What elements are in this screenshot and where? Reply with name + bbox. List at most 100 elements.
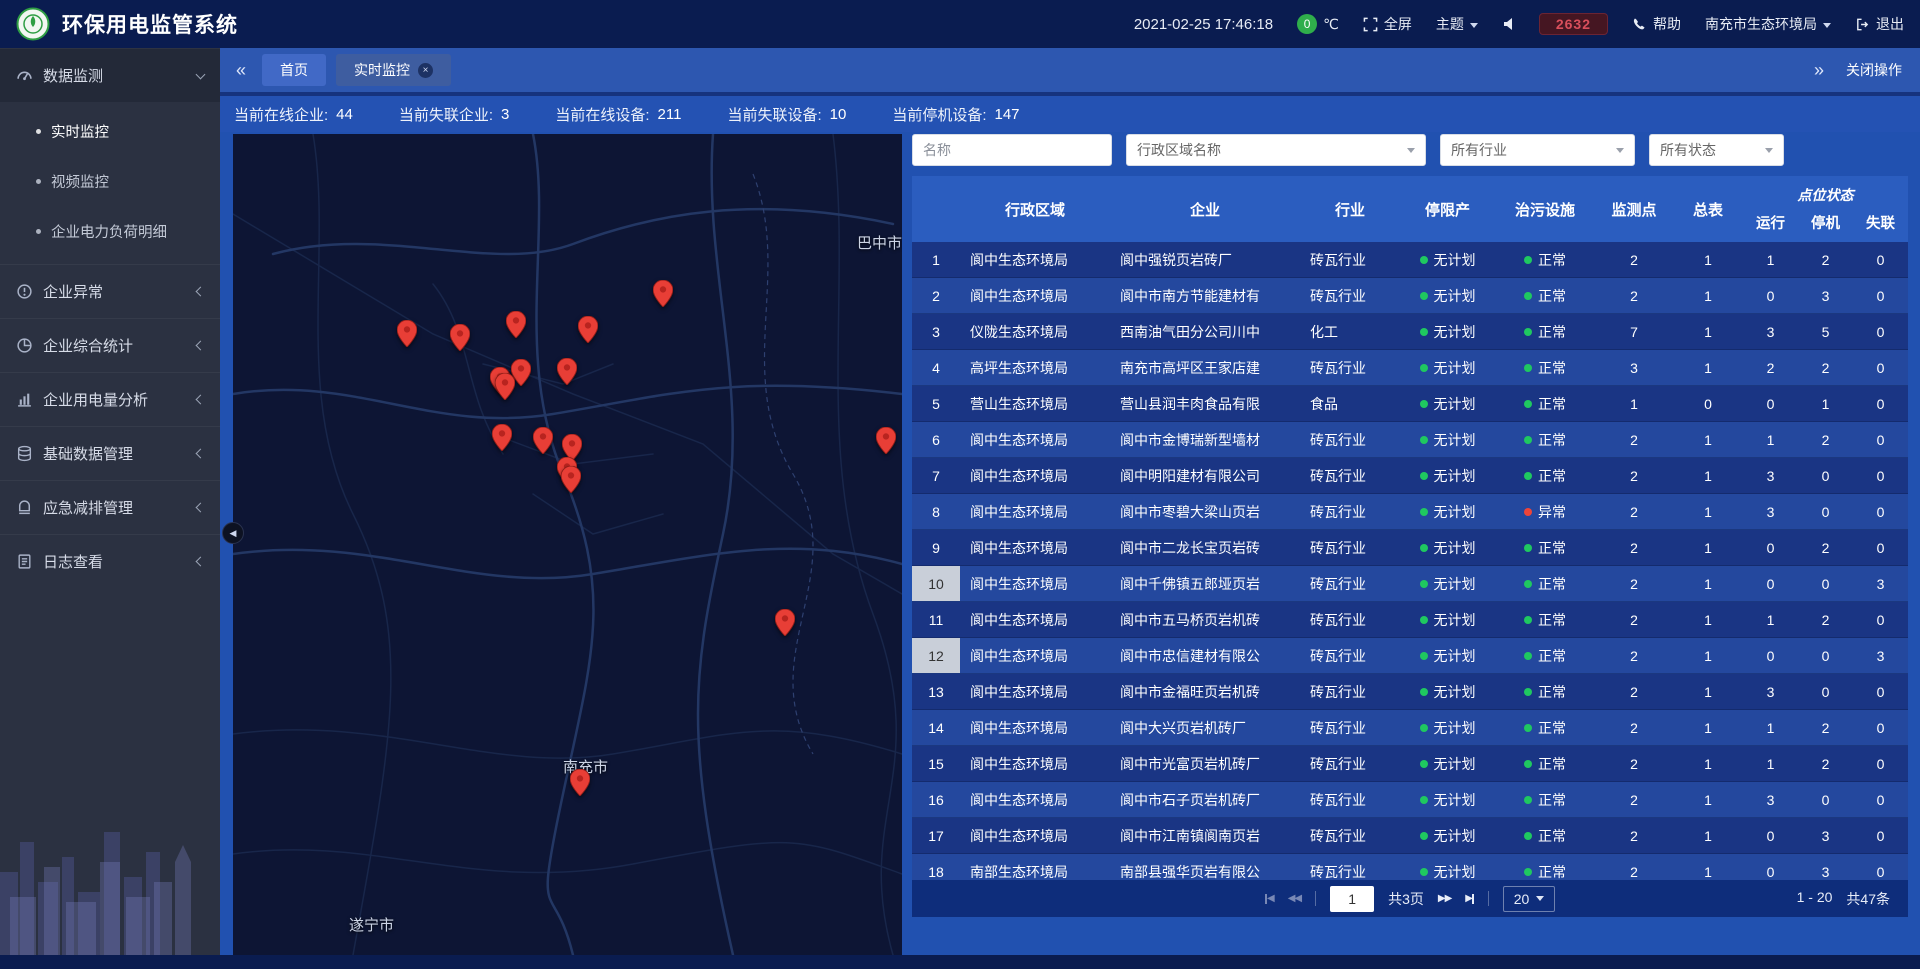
map-pin[interactable] <box>397 320 417 352</box>
cell-limit-production: 无计划 <box>1400 358 1495 378</box>
status-filter-select[interactable]: 所有状态 <box>1649 134 1784 166</box>
table-row[interactable]: 8阆中生态环境局阆中市枣碧大梁山页岩砖瓦行业无计划异常21300 <box>912 494 1908 530</box>
map-pin[interactable] <box>506 311 526 343</box>
table-row[interactable]: 9阆中生态环境局阆中市二龙长宝页岩砖砖瓦行业无计划正常21020 <box>912 530 1908 566</box>
row-index: 13 <box>912 674 960 709</box>
logout-label: 退出 <box>1876 14 1904 34</box>
fullscreen-button[interactable]: 全屏 <box>1363 14 1412 34</box>
map-panel[interactable]: 巴中市南充市遂宁市 ◀ <box>233 134 902 955</box>
sidebar-item-power-load-detail[interactable]: 企业电力负荷明细 <box>0 206 220 256</box>
sidebar-section-base-data[interactable]: 基础数据管理 <box>0 426 220 480</box>
next-page-button[interactable]: ▶▶ <box>1438 893 1451 904</box>
map-pin[interactable] <box>561 466 581 498</box>
cell-lost: 0 <box>1853 504 1908 520</box>
cell-running: 0 <box>1743 540 1798 556</box>
cell-total-meters: 1 <box>1673 324 1743 340</box>
first-page-button[interactable]: ◀ <box>1265 893 1274 904</box>
notification-count-badge[interactable]: 2632 <box>1539 13 1608 35</box>
sidebar-section-power-analysis[interactable]: 企业用电量分析 <box>0 372 220 426</box>
table-row[interactable]: 1阆中生态环境局阆中强锐页岩砖厂砖瓦行业无计划正常21120 <box>912 242 1908 278</box>
sidebar-item-video-monitor[interactable]: 视频监控 <box>0 156 220 206</box>
map-pin[interactable] <box>557 358 577 390</box>
cell-company: 南充市高坪区王家店建 <box>1110 358 1300 378</box>
map-pin[interactable] <box>775 609 795 641</box>
map-pin[interactable] <box>578 316 598 348</box>
table-row[interactable]: 5营山生态环境局营山县润丰肉食品有限食品无计划正常10010 <box>912 386 1908 422</box>
map-city-label: 遂宁市 <box>349 914 394 935</box>
table-row[interactable]: 14阆中生态环境局阆中大兴页岩机砖厂砖瓦行业无计划正常21120 <box>912 710 1908 746</box>
map-pin[interactable] <box>876 427 896 459</box>
map-pin[interactable] <box>570 769 590 801</box>
table-row[interactable]: 15阆中生态环境局阆中市光富页岩机砖厂砖瓦行业无计划正常21120 <box>912 746 1908 782</box>
table-row[interactable]: 4高坪生态环境局南充市高坪区王家店建砖瓦行业无计划正常31220 <box>912 350 1908 386</box>
map-pin[interactable] <box>533 427 553 459</box>
map-city-label: 巴中市 <box>857 232 902 253</box>
cell-company: 阆中明阳建材有限公司 <box>1110 466 1300 486</box>
logout-button[interactable]: 退出 <box>1855 14 1904 34</box>
industry-filter-select[interactable]: 所有行业 <box>1440 134 1635 166</box>
status-dot-green <box>1524 328 1532 336</box>
scroll-tabs-left-button[interactable]: « <box>230 60 252 81</box>
map-pin[interactable] <box>450 324 470 356</box>
sidebar-section-company-abnormal[interactable]: 企业异常 <box>0 264 220 318</box>
cell-pollution-facility: 正常 <box>1495 430 1595 450</box>
cell-company: 阆中市二龙长宝页岩砖 <box>1110 538 1300 558</box>
org-dropdown[interactable]: 南充市生态环境局 <box>1705 14 1831 34</box>
table-row[interactable]: 18南部生态环境局南部县强华页岩有限公砖瓦行业无计划正常21030 <box>912 854 1908 880</box>
help-button[interactable]: 帮助 <box>1632 14 1681 34</box>
table-row[interactable]: 7阆中生态环境局阆中明阳建材有限公司砖瓦行业无计划正常21300 <box>912 458 1908 494</box>
map-pin[interactable] <box>492 424 512 456</box>
region-filter-select[interactable]: 行政区域名称 <box>1126 134 1426 166</box>
tab-home[interactable]: 首页 <box>262 54 326 86</box>
warning-circle-icon <box>16 283 33 300</box>
map-pin[interactable] <box>495 373 515 405</box>
column-header-region: 行政区域 <box>960 176 1110 242</box>
sidebar-section-label: 日志查看 <box>43 551 103 572</box>
total-pages-label: 共3页 <box>1388 889 1424 909</box>
last-page-button[interactable]: ▶ <box>1465 893 1474 904</box>
scroll-tabs-right-button[interactable]: » <box>1808 60 1830 81</box>
cell-lost: 3 <box>1853 576 1908 592</box>
name-filter-input[interactable] <box>912 134 1112 166</box>
page-number-input[interactable] <box>1330 886 1374 912</box>
sidebar-section-data-monitor[interactable]: 数据监测 <box>0 48 220 102</box>
row-index: 7 <box>912 458 960 493</box>
cell-stopped: 5 <box>1798 324 1853 340</box>
theme-dropdown[interactable]: 主题 <box>1436 14 1478 34</box>
map-pin[interactable] <box>653 280 673 312</box>
table-row[interactable]: 13阆中生态环境局阆中市金福旺页岩机砖砖瓦行业无计划正常21300 <box>912 674 1908 710</box>
map-canvas[interactable]: 巴中市南充市遂宁市 <box>233 134 902 955</box>
table-row[interactable]: 10阆中生态环境局阆中千佛镇五郎垭页岩砖瓦行业无计划正常21003 <box>912 566 1908 602</box>
table-row[interactable]: 16阆中生态环境局阆中市石子页岩机砖厂砖瓦行业无计划正常21300 <box>912 782 1908 818</box>
table-row[interactable]: 12阆中生态环境局阆中市忠信建材有限公砖瓦行业无计划正常21003 <box>912 638 1908 674</box>
sidebar-item-realtime-monitor[interactable]: 实时监控 <box>0 106 220 156</box>
table-row[interactable]: 2阆中生态环境局阆中市南方节能建材有砖瓦行业无计划正常21030 <box>912 278 1908 314</box>
tab-realtime-monitor[interactable]: 实时监控 × <box>336 54 451 86</box>
cell-stopped: 2 <box>1798 612 1853 628</box>
close-operations-button[interactable]: 关闭操作 <box>1846 60 1902 80</box>
cell-stopped: 0 <box>1798 684 1853 700</box>
table-row[interactable]: 6阆中生态环境局阆中市金博瑞新型墙材砖瓦行业无计划正常21120 <box>912 422 1908 458</box>
status-dot-green <box>1420 724 1428 732</box>
cell-total-meters: 1 <box>1673 756 1743 772</box>
table-row[interactable]: 11阆中生态环境局阆中市五马桥页岩机砖砖瓦行业无计划正常21120 <box>912 602 1908 638</box>
map-collapse-handle[interactable]: ◀ <box>222 522 244 544</box>
table-row[interactable]: 17阆中生态环境局阆中市江南镇阆南页岩砖瓦行业无计划正常21030 <box>912 818 1908 854</box>
sidebar-section-emergency[interactable]: 应急减排管理 <box>0 480 220 534</box>
page-size-select[interactable]: 20 <box>1503 886 1555 912</box>
cell-limit-production: 无计划 <box>1400 862 1495 881</box>
broadcast-toggle[interactable] <box>1502 17 1515 31</box>
close-tab-icon[interactable]: × <box>418 63 433 78</box>
cell-total-meters: 1 <box>1673 468 1743 484</box>
cell-limit-production: 无计划 <box>1400 682 1495 702</box>
cell-pollution-facility: 正常 <box>1495 286 1595 306</box>
cell-monitor-points: 1 <box>1595 396 1673 412</box>
cell-monitor-points: 3 <box>1595 360 1673 376</box>
stat-item: 当前停机设备:147 <box>892 104 1019 125</box>
sidebar-section-company-stats[interactable]: 企业综合统计 <box>0 318 220 372</box>
siren-icon <box>16 499 33 516</box>
prev-page-button[interactable]: ◀◀ <box>1288 893 1301 904</box>
sidebar-section-logs[interactable]: 日志查看 <box>0 534 220 588</box>
sidebar-item-label: 实时监控 <box>51 121 109 142</box>
table-row[interactable]: 3仪陇生态环境局西南油气田分公司川中化工无计划正常71350 <box>912 314 1908 350</box>
